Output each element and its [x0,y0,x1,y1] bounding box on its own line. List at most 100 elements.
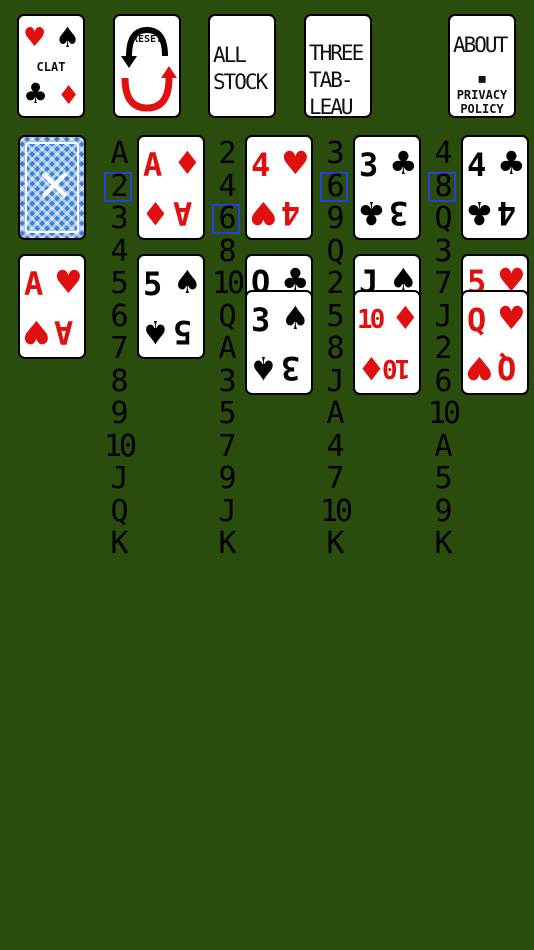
card-rank-flipped: 4 [281,194,301,232]
diamond-icon: ♦ [57,81,81,111]
card-rank-flipped: A [54,313,74,351]
sequence-item: J [326,363,344,399]
card-suit-flipped: ♠ [141,313,170,351]
card-rank-flipped: 4 [497,194,517,232]
reset-label: RESET [131,34,163,45]
sequence-item: 4 [326,428,344,464]
card-suit-flipped: ♥ [465,349,494,387]
foundation-pile-1[interactable]: A ♦ ♦ A [137,135,205,240]
stock-pile[interactable]: ✕ [18,135,86,240]
sequence-item: A [218,331,236,366]
card-suit: ♠ [173,263,202,301]
sequence-item: 7 [434,266,452,301]
card-rank-flipped: 3 [389,194,409,232]
empty-stock-x-icon: ✕ [36,161,73,212]
sequence-item: A [110,136,128,171]
sequence-column-4: 4 8 Q 3 7 J 2 6 10 A 5 9 K [428,138,461,561]
card-suit: ♥ [281,144,310,182]
sequence-item: A [326,396,344,431]
card-suit: ♦ [391,299,420,337]
sequence-item: 6 [434,363,452,399]
card-rank: A [143,146,163,184]
all-stock-button[interactable]: ALL STOCK [208,14,276,118]
card-suit: ♣ [389,144,418,182]
card-rank: 3 [359,146,379,184]
reset-button[interactable]: RESET [113,14,181,118]
sequence-item: 8 [218,233,236,269]
sequence-item: K [110,526,128,561]
bullet-icon: ▪ [476,68,488,89]
foundation-pile-3[interactable]: 3 ♣ ♣ 3 [353,135,421,240]
sequence-item: 9 [110,396,128,431]
sequence-column-3: 3 6 9 Q 2 5 8 J A 4 7 10 K [320,136,353,561]
tableau-1-card-2[interactable]: 3 ♠ ♠ 3 [245,290,313,395]
spade-icon: ♠ [55,21,81,54]
sequence-item: 6 [110,298,128,334]
privacy-policy-label: PRIVACY POLICY [456,88,508,116]
about-button[interactable]: ABOUT ▪ PRIVACY POLICY [448,14,516,118]
sequence-item: Q [218,298,236,334]
sequence-item: 5 [326,298,344,334]
sequence-item: 3 [326,136,344,171]
sequence-item: 9 [326,201,344,236]
sequence-item: 2 [326,266,344,301]
sequence-item: 3 [434,233,452,269]
sequence-item: 9 [218,461,236,496]
sequence-item: Q [326,233,344,269]
sequence-item: J [110,461,128,496]
sequence-item: 8 [110,363,128,399]
waste-card[interactable]: A ♥ ♥ A [18,254,86,359]
sequence-item: 10 [104,428,137,464]
card-rank: 5 [143,265,163,303]
sequence-column-2: 2 4 6 8 10 Q A 3 5 7 9 J K [212,136,245,561]
card-rank-flipped: A [173,194,193,232]
sequence-item: 7 [326,461,344,496]
card-suit-flipped: ♠ [249,349,278,387]
about-label: ABOUT [453,33,508,57]
card-rank: 3 [251,301,271,339]
card-suit-flipped: ♣ [357,194,386,232]
card-suit-flipped: ♦ [357,349,386,387]
tableau-3-card-2[interactable]: Q ♥ ♥ Q [461,290,529,395]
card-rank: Q [467,301,487,339]
heart-icon: ♥ [23,23,47,53]
sequence-item: 7 [110,331,128,366]
sequence-item: 4 [218,168,236,204]
calculation-logo-button[interactable]: ♥ ♠ ♣ ♦ CLAT [17,14,85,118]
card-rank: A [24,265,44,303]
sequence-item: K [218,526,236,561]
card-rank: 10 [357,305,385,335]
sequence-item: K [326,526,344,561]
sequence-item: Q [110,493,128,529]
sequence-item: 5 [434,461,452,496]
sequence-item: 10 [320,493,353,529]
card-rank: 4 [251,146,271,184]
sequence-item: 3 [218,363,236,399]
sequence-item: Q [434,201,452,236]
sequence-item: J [434,298,452,334]
sequence-item: 3 [110,201,128,236]
sequence-item: A [434,428,452,464]
three-tableau-button[interactable]: THREE TAB- LEAU [304,14,372,118]
sequence-column-1: A 2 3 4 5 6 7 8 9 10 J Q K [104,136,137,561]
sequence-item: 6 [320,171,348,202]
foundation-pile-4[interactable]: 4 ♣ ♣ 4 [461,135,529,240]
card-suit: ♦ [173,144,202,182]
waste-second-card[interactable]: 5 ♠ ♠ 5 [137,254,205,359]
logo-text: CLAT [36,60,66,74]
sequence-item: 8 [428,171,456,202]
foundation-pile-2[interactable]: 4 ♥ ♥ 4 [245,135,313,240]
sequence-item: 9 [434,493,452,529]
card-suit-flipped: ♥ [249,194,278,232]
card-suit: ♥ [54,263,83,301]
card-rank: 4 [467,146,487,184]
card-rank-flipped: 10 [385,353,411,383]
sequence-item: 2 [218,136,236,171]
card-suit: ♥ [497,299,526,337]
tableau-2-card-2[interactable]: 10 ♦ ♦ 10 [353,290,421,395]
sequence-item: 6 [212,204,240,234]
sequence-item: J [218,493,236,529]
card-rank-flipped: Q [497,349,517,387]
all-stock-label: ALL STOCK [213,43,268,94]
card-rank-flipped: 5 [173,313,193,351]
